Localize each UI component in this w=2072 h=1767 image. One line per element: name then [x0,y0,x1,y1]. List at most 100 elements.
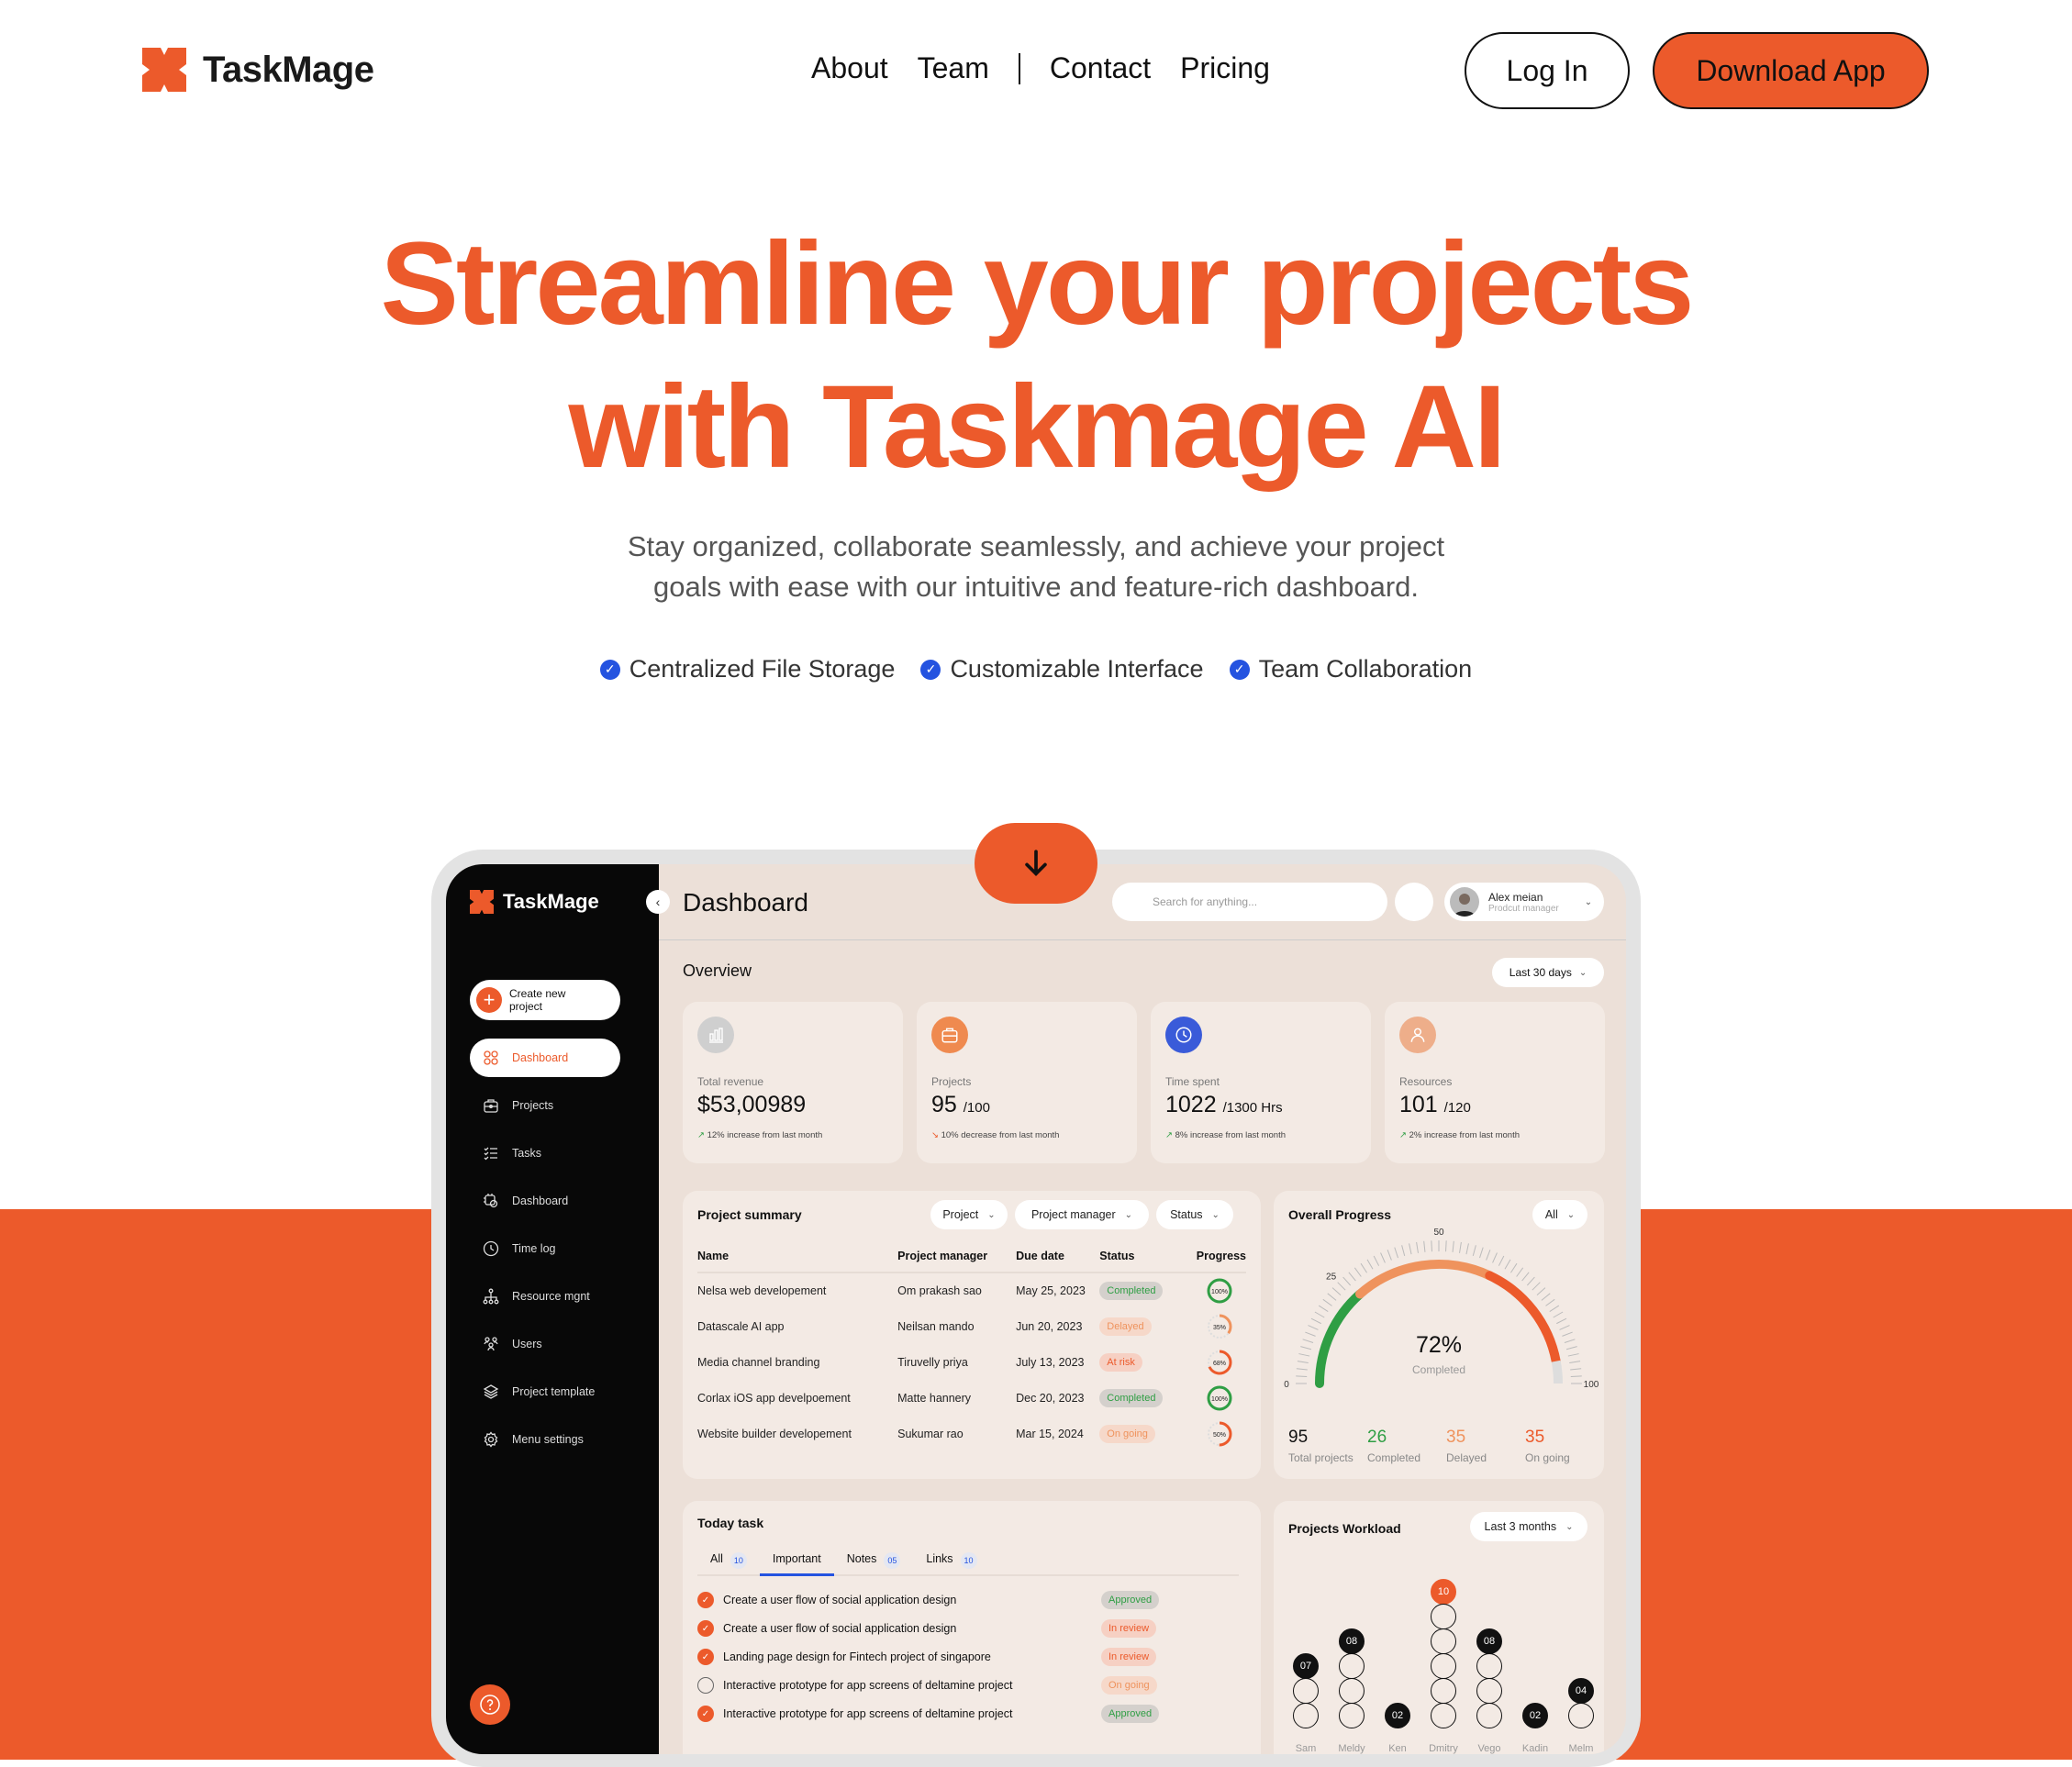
nav-link-about[interactable]: About [811,51,888,85]
workload-bubble [1431,1678,1456,1704]
gauge-tick [1342,1276,1352,1286]
hero-title-line-2: with Taskmage AI [568,361,1507,493]
sidebar-item-projects[interactable]: Projects [470,1086,620,1125]
column-header[interactable]: Progress [1196,1244,1246,1273]
sidebar-item-label: Menu settings [512,1433,584,1446]
collapse-sidebar-button[interactable]: ‹ [646,890,670,914]
tab-all[interactable]: All 10 [697,1547,760,1576]
sidebar-item-resource-mgnt[interactable]: Resource mgnt [470,1277,620,1316]
column-header[interactable]: Name [697,1244,898,1273]
sidebar-item-project-template[interactable]: Project template [470,1372,620,1411]
tab-label: Important [772,1552,821,1565]
hero-subtitle-line-1: Stay organized, collaborate seamlessly, … [627,530,1445,562]
task-checkbox[interactable]: ✓ [697,1620,714,1637]
trend-up-icon: ↗ [1165,1130,1173,1140]
task-checkbox[interactable]: ✓ [697,1649,714,1665]
tab-notes[interactable]: Notes 05 [834,1547,914,1576]
grid-icon [483,1050,499,1066]
workload-person-name: Sam [1295,1743,1317,1754]
project-name: Website builder developement [697,1427,852,1440]
download-app-button[interactable]: Download App [1653,32,1929,109]
sidebar-item-time-log[interactable]: Time log [470,1229,620,1268]
gauge-tick [1549,1305,1560,1312]
task-item[interactable]: ✓ Create a user flow of social applicatio… [697,1616,1230,1641]
stat-card-time-spent: Time spent 1022 /1300 Hrs ↗ 8% increase fr… [1151,1002,1371,1163]
notification-button[interactable] [1395,883,1433,921]
task-checkbox[interactable] [697,1677,714,1694]
workload-bubble [1476,1678,1502,1704]
workload-person-name: Vego [1477,1743,1501,1754]
table-row[interactable]: Datascale AI app Neilsan mando Jun 20, 202… [697,1308,1246,1344]
gauge-tick [1401,1245,1406,1257]
feature-label: Customizable Interface [950,655,1204,683]
gauge-tick [1452,1240,1454,1252]
sidebar-item-users[interactable]: Users [470,1325,620,1363]
nav-link-pricing[interactable]: Pricing [1180,51,1270,85]
stat-label: Projects [931,1075,972,1088]
table-row[interactable]: Website builder developement Sukumar rao M… [697,1416,1246,1451]
gauge-tick [1380,1252,1386,1263]
task-checkbox[interactable]: ✓ [697,1706,714,1722]
sidebar-item-tasks[interactable]: Tasks [470,1134,620,1172]
scroll-down-button[interactable] [975,823,1097,904]
column-header[interactable]: Status [1099,1244,1197,1273]
tab-links[interactable]: Links 10 [913,1547,989,1576]
app-sidebar: TaskMage + Create new project Dashboard P… [446,864,659,1754]
trend-up-icon: ↗ [697,1130,705,1140]
project-manager: Neilsan mando [897,1319,975,1333]
column-header[interactable]: Project manager [897,1244,1017,1273]
app-logo[interactable]: TaskMage [470,890,599,914]
help-button[interactable] [470,1684,510,1725]
gauge-tick [1526,1276,1535,1286]
sidebar-item-dashboard[interactable]: Dashboard [470,1039,620,1077]
gauge-tick [1472,1245,1476,1257]
user-icon [1399,1017,1436,1053]
tab-important[interactable]: Important [759,1547,834,1576]
table-row[interactable]: Nelsa web developement Om prakash sao May … [697,1272,1246,1308]
task-item[interactable]: ✓ Create a user flow of social applicatio… [697,1587,1230,1613]
sidebar-item-label: Tasks [512,1147,541,1160]
date-range-select[interactable]: Last 30 days ⌄ [1492,958,1604,987]
table-row[interactable]: Media channel branding Tiruvelly priya Jul… [697,1344,1246,1380]
progress-gauge: 0 25 50 100 [1284,1228,1599,1390]
filter-project-manager[interactable]: Project manager ⌄ [1015,1200,1149,1229]
workload-value-bubble: 04 [1568,1678,1594,1704]
search-input[interactable]: Search for anything... [1112,883,1387,921]
task-checkbox[interactable]: ✓ [697,1592,714,1608]
column-header[interactable]: Due date [1016,1244,1100,1273]
gauge-tick [1327,1293,1337,1301]
stat-note: ↘ 10% decrease from last month [931,1130,1060,1140]
sidebar-item-dashboard[interactable]: Dashboard [470,1182,620,1220]
progress-ring: 100% [1207,1278,1232,1304]
project-name: Nelsa web developement [697,1284,827,1297]
overview-title: Overview [683,961,752,980]
feature-label: Team Collaboration [1258,655,1473,683]
stat-card-projects: Projects 95 /100 ↘ 10% decrease from last … [917,1002,1137,1163]
sidebar-item-menu-settings[interactable]: Menu settings [470,1420,620,1459]
workload-column: 02 [1521,1703,1549,1728]
range-label: Last 3 months [1484,1520,1557,1533]
workload-column: 10 [1430,1579,1457,1728]
create-project-button[interactable]: + Create new project [470,980,620,1020]
progress-stat-value: 26 [1367,1428,1387,1447]
filter-project[interactable]: Project ⌄ [930,1200,1008,1229]
login-button[interactable]: Log In [1465,32,1630,109]
workload-range-select[interactable]: Last 3 months ⌄ [1470,1512,1587,1541]
filter-status[interactable]: Status ⌄ [1156,1200,1233,1229]
gauge-tick [1366,1259,1374,1270]
gauge-tick [1545,1298,1555,1306]
task-item[interactable]: Interactive prototype for app screens of… [697,1673,1230,1698]
site-logo[interactable]: TaskMage [142,48,374,92]
nav-link-team[interactable]: Team [918,51,989,85]
nav-link-contact[interactable]: Contact [1050,51,1151,85]
progress-stat-value: 35 [1525,1428,1545,1447]
table-row[interactable]: Corlax iOS app develpoement Matte hannery… [697,1380,1246,1416]
stat-label: Total revenue [697,1075,764,1088]
progress-cell: 68% [1197,1344,1246,1380]
task-item[interactable]: ✓ Landing page design for Fintech project… [697,1644,1230,1670]
workload-bubble [1431,1703,1456,1728]
main-nav: About Team Contact Pricing [811,51,1299,85]
user-menu[interactable]: Alex meian Prodcut manager ⌄ [1444,883,1604,921]
feature-label: Centralized File Storage [629,655,896,683]
task-item[interactable]: ✓ Interactive prototype for app screens o… [697,1701,1230,1727]
